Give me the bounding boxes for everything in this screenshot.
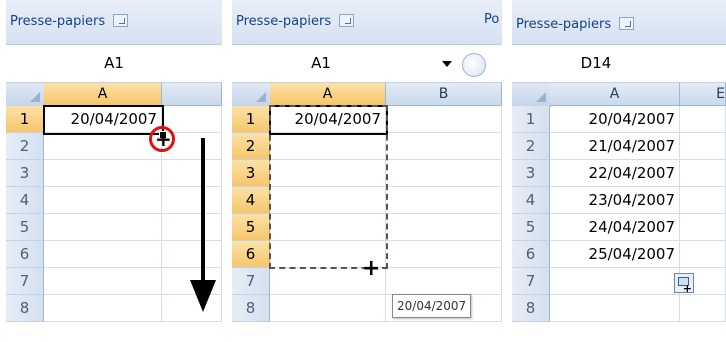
ribbon: Presse-papiers	[512, 0, 726, 45]
ribbon: Presse-papiers	[6, 0, 222, 45]
row-header[interactable]: 4	[512, 187, 550, 214]
row-header[interactable]: 5	[512, 214, 550, 241]
column-header-b[interactable]: B	[386, 83, 502, 106]
name-box[interactable]: A1	[232, 45, 410, 82]
cell-a5[interactable]	[44, 214, 162, 241]
column-header-a[interactable]: A	[44, 83, 162, 106]
autofill-options-icon[interactable]	[674, 273, 694, 295]
row-header[interactable]: 4	[6, 187, 44, 214]
row-header[interactable]: 5	[6, 214, 44, 241]
cell-b3[interactable]	[386, 160, 502, 187]
panel-before-fill: Presse-papiers A1 A 1 2 3 4 5 6 7 8 20/0…	[6, 0, 222, 342]
name-box[interactable]: D14	[512, 45, 680, 82]
cell-a6[interactable]: 25/04/2007	[550, 241, 680, 268]
column-header-b[interactable]	[162, 83, 222, 106]
column-header-a[interactable]: A	[550, 83, 680, 106]
select-all-corner[interactable]	[512, 83, 551, 107]
cell-a4[interactable]	[44, 187, 162, 214]
cell-b7[interactable]	[386, 268, 502, 295]
select-all-corner[interactable]	[6, 83, 45, 107]
row-header[interactable]: 6	[6, 241, 44, 268]
row-header[interactable]: 2	[512, 133, 550, 160]
cell-b1[interactable]	[386, 106, 502, 133]
cell-a2[interactable]	[44, 133, 162, 160]
cell-e1[interactable]	[680, 106, 726, 133]
row-header[interactable]: 7	[512, 268, 550, 295]
row-header[interactable]: 1	[232, 106, 270, 133]
row-header[interactable]: 1	[512, 106, 550, 133]
panel-after-fill: Presse-papiers D14 A E 1 2 3 4 5 6 7 8 2…	[512, 0, 726, 342]
clipboard-group-label: Presse-papiers	[516, 17, 612, 32]
select-all-corner[interactable]	[232, 83, 271, 107]
cell-a3[interactable]	[44, 160, 162, 187]
column-header-a[interactable]: A	[270, 83, 386, 106]
cell-b2[interactable]	[386, 133, 502, 160]
dialog-launcher-icon[interactable]	[619, 17, 635, 30]
row-header[interactable]: 3	[512, 160, 550, 187]
row-header[interactable]: 3	[6, 160, 44, 187]
chevron-down-icon[interactable]	[442, 61, 452, 67]
cell-b5[interactable]	[386, 214, 502, 241]
column-header-e[interactable]: E	[680, 83, 726, 106]
formula-bar: A1	[232, 45, 502, 83]
row-header[interactable]: 4	[232, 187, 270, 214]
cell-a8[interactable]	[550, 295, 680, 322]
formula-bar-button[interactable]	[462, 53, 486, 77]
row-header[interactable]: 2	[6, 133, 44, 160]
row-header[interactable]: 7	[6, 268, 44, 295]
fill-value-tooltip: 20/04/2007	[392, 294, 472, 318]
name-box[interactable]: A1	[6, 45, 222, 82]
cell-e8[interactable]	[680, 295, 726, 322]
clipboard-group-label: Presse-papiers	[236, 14, 332, 29]
cell-e3[interactable]	[680, 160, 726, 187]
panel-dragging: Presse-papiers Po A1 A B 1 2 3 4 5 6 7 8…	[232, 0, 502, 342]
cell-b4[interactable]	[386, 187, 502, 214]
down-arrow-icon	[190, 138, 216, 312]
row-header[interactable]: 6	[512, 241, 550, 268]
row-header[interactable]: 8	[232, 295, 270, 322]
cell-a8[interactable]	[270, 295, 386, 322]
cell-a4[interactable]: 23/04/2007	[550, 187, 680, 214]
clipboard-group[interactable]: Presse-papiers	[10, 8, 129, 36]
row-header[interactable]: 2	[232, 133, 270, 160]
formula-bar: A1	[6, 45, 222, 83]
cell-e5[interactable]	[680, 214, 726, 241]
ribbon: Presse-papiers Po	[232, 0, 502, 45]
next-group-label: Po	[484, 12, 500, 27]
clipboard-group[interactable]: Presse-papiers	[236, 8, 355, 36]
plus-crosshair-icon: +	[155, 127, 172, 151]
cell-b6[interactable]	[386, 241, 502, 268]
row-header[interactable]: 8	[6, 295, 44, 322]
row-header[interactable]: 6	[232, 241, 270, 268]
cell-a5[interactable]: 24/04/2007	[550, 214, 680, 241]
row-header[interactable]: 5	[232, 214, 270, 241]
clipboard-group[interactable]: Presse-papiers	[516, 11, 635, 39]
cell-a8[interactable]	[44, 295, 162, 322]
cell-a6[interactable]	[44, 241, 162, 268]
clipboard-group-label: Presse-papiers	[10, 14, 106, 29]
cell-a1[interactable]: 20/04/2007	[550, 106, 680, 133]
formula-bar: D14	[512, 45, 726, 83]
cell-e4[interactable]	[680, 187, 726, 214]
plus-crosshair-icon: +	[362, 256, 381, 281]
row-header[interactable]: 3	[232, 160, 270, 187]
dialog-launcher-icon[interactable]	[339, 14, 355, 27]
active-cell-outline	[43, 105, 164, 135]
cell-e6[interactable]	[680, 241, 726, 268]
row-header[interactable]: 1	[6, 106, 44, 133]
fill-range-preview	[269, 105, 388, 269]
cell-a7[interactable]	[550, 268, 680, 295]
cell-a2[interactable]: 21/04/2007	[550, 133, 680, 160]
row-header[interactable]: 7	[232, 268, 270, 295]
cell-e2[interactable]	[680, 133, 726, 160]
row-header[interactable]: 8	[512, 295, 550, 322]
dialog-launcher-icon[interactable]	[113, 14, 129, 27]
cell-a3[interactable]: 22/04/2007	[550, 160, 680, 187]
cell-a7[interactable]	[44, 268, 162, 295]
